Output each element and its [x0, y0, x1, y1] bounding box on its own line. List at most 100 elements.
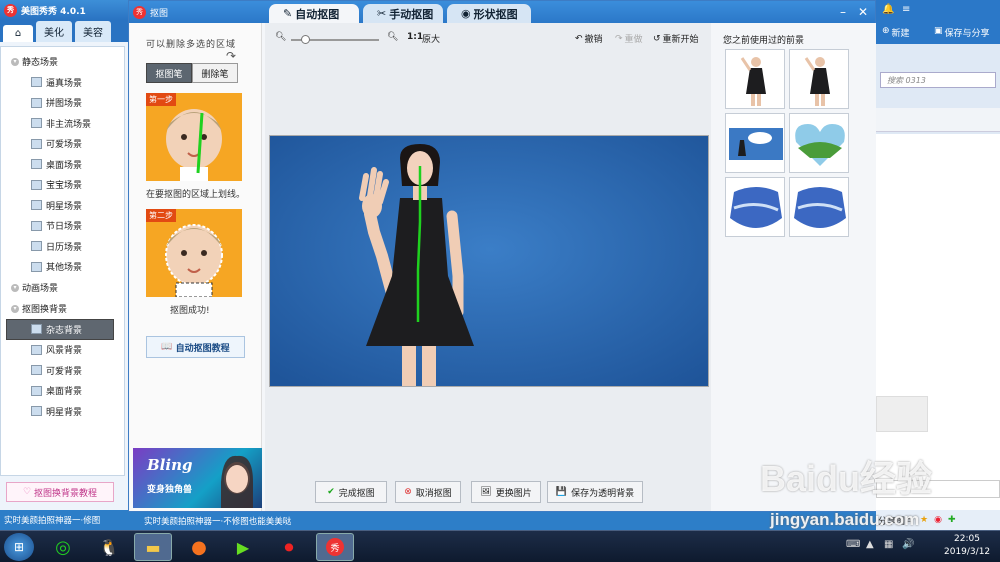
close-icon[interactable]: ✕	[855, 4, 871, 20]
minimize-icon[interactable]: –	[835, 4, 851, 20]
tray-keyboard-icon[interactable]: ⌨	[846, 539, 860, 550]
undo-button[interactable]: ↶ 撤销	[575, 32, 603, 46]
image-canvas[interactable]	[269, 135, 709, 387]
cancel-cutout-label: 取消抠图	[415, 488, 452, 499]
tab-beautify[interactable]: 美化	[36, 21, 72, 42]
workspace: 🔍︎ 🔍︎ 1:1 原大 ↶ 撤销 ↷ 重做 ↺ 重新开始 ✔ 完成抠图 ⊗ 取…	[265, 23, 711, 511]
play-icon: ▶	[236, 537, 250, 557]
dialog-title-bar: 秀 抠图 ✎ 自动抠图 ✂ 手动抠图 ◉ 形状抠图 – ✕	[129, 1, 875, 23]
taskbar-app-qq[interactable]: 🐧	[90, 533, 128, 561]
ratio-label[interactable]: 1:1	[407, 32, 423, 42]
ad-banner[interactable]: Bling 变身独角兽	[133, 448, 262, 508]
ad-subtitle: 变身独角兽	[147, 485, 193, 495]
eraser-pen-button[interactable]: 删除笔	[192, 63, 238, 83]
tree-item[interactable]: 桌面场景	[1, 154, 124, 175]
collapse-caret-icon[interactable]: ▾	[11, 57, 19, 66]
tree-label: 明星背景	[46, 407, 83, 418]
star-icon[interactable]: ★	[920, 515, 928, 525]
cutout-pen-button[interactable]: 抠图笔	[146, 63, 192, 83]
tray-network-icon[interactable]: ▦	[884, 539, 893, 550]
taskbar-app-360[interactable]: ◎	[44, 533, 82, 561]
tree-item[interactable]: 可爱背景	[1, 360, 124, 381]
bell-icon[interactable]: 🔔	[882, 4, 894, 15]
dialog-title: 抠图	[150, 8, 169, 19]
tab-manual-cutout[interactable]: ✂ 手动抠图	[363, 4, 443, 23]
tree-label: 可爱背景	[46, 366, 83, 377]
tree-item[interactable]: 逼真场景	[1, 72, 124, 93]
cancel-cutout-button[interactable]: ⊗ 取消抠图	[395, 481, 461, 503]
tree-item[interactable]: 明星场景	[1, 195, 124, 216]
save-share-label: 保存与分享	[944, 29, 990, 39]
add-icon[interactable]: ✚	[948, 515, 956, 525]
tab-makeup[interactable]: 美容	[75, 21, 111, 42]
tree-item[interactable]: 可爱场景	[1, 134, 124, 155]
step2-caption: 抠图成功!	[170, 306, 210, 316]
menu-icon[interactable]: ≡	[902, 4, 910, 15]
check-icon: ✔	[327, 487, 335, 497]
zoom-in-icon[interactable]: 🔍︎	[387, 32, 398, 42]
zoom-slider-handle[interactable]	[301, 35, 310, 44]
tree-group[interactable]: ▾ 抠图换背景	[1, 298, 124, 319]
pen-icon: ✎	[283, 7, 293, 20]
save-icon: 💾	[555, 487, 568, 497]
collapse-caret-icon[interactable]: ▾	[11, 304, 19, 313]
tree-group[interactable]: ▾ 静态场景	[1, 51, 124, 72]
tree-item[interactable]: 节日场景	[1, 216, 124, 237]
new-button[interactable]: ⊕ 新建	[882, 26, 910, 39]
save-transparent-button[interactable]: 💾 保存为透明背景	[547, 481, 643, 503]
change-image-label: 更换图片	[495, 488, 532, 499]
bg-tutorial-button[interactable]: ♡ 抠图换背景教程	[6, 482, 114, 502]
tab-auto-cutout-label: 自动抠图	[295, 7, 340, 21]
original-size-button[interactable]: 原大	[422, 32, 440, 45]
tree-item[interactable]: 其他场景	[1, 257, 124, 278]
search-input[interactable]: 搜索 0313	[880, 72, 996, 88]
dialog-status-text: 实时美颜拍照神器一·不修图也能美美哒	[144, 517, 292, 527]
tab-auto-cutout[interactable]: ✎ 自动抠图	[269, 4, 359, 23]
undo-label: 撤销	[584, 35, 603, 45]
cutout-dialog: 秀 抠图 ✎ 自动抠图 ✂ 手动抠图 ◉ 形状抠图 – ✕ 可以删除多选的区域 …	[128, 0, 876, 512]
taskbar-app-firefox[interactable]: ●	[180, 533, 218, 561]
home-tab[interactable]: ⌂	[3, 25, 33, 42]
woman-photo-illustration	[270, 136, 708, 386]
baidu-watermark: Baidu经验	[760, 458, 933, 499]
auto-cutout-tutorial-button[interactable]: 📖 自动抠图教程	[146, 336, 245, 358]
foreground-thumbnail[interactable]	[789, 177, 849, 237]
tree-item[interactable]: 杂志背景	[6, 319, 114, 340]
taskbar-app-recorder[interactable]: ⏺	[270, 533, 308, 561]
tree-group[interactable]: ▾ 动画场景	[1, 277, 124, 298]
foreground-thumbnail[interactable]	[725, 177, 785, 237]
scene-thumbnail-icon	[31, 159, 42, 170]
save-icon: ▣	[934, 26, 943, 36]
tree-item[interactable]: 宝宝场景	[1, 175, 124, 196]
foreground-thumbnail[interactable]	[725, 49, 785, 109]
scissors-icon: ✂	[377, 7, 387, 20]
taskbar-app-meitu[interactable]: 秀	[316, 533, 354, 561]
tab-shape-cutout[interactable]: ◉ 形状抠图	[447, 4, 531, 23]
taskbar-app-explorer[interactable]: ▬	[134, 533, 172, 561]
tree-item[interactable]: 风景背景	[1, 340, 124, 361]
foreground-thumbnail[interactable]	[725, 113, 785, 173]
main-tabs: ⌂ 美化 美容	[0, 20, 129, 42]
tree-item[interactable]: 明星背景	[1, 401, 124, 422]
collapse-caret-icon[interactable]: ▾	[11, 283, 19, 292]
tree-label: 桌面场景	[46, 160, 83, 171]
save-share-button[interactable]: ▣ 保存与分享	[934, 26, 990, 39]
tree-item[interactable]: 拼图场景	[1, 93, 124, 114]
change-image-button[interactable]: 🖼 更换图片	[471, 481, 541, 503]
redo-button[interactable]: ↷ 重做	[615, 32, 643, 46]
tray-arrow-icon[interactable]: ▲	[866, 539, 874, 550]
finish-cutout-button[interactable]: ✔ 完成抠图	[315, 481, 387, 503]
foreground-thumbnail[interactable]	[789, 49, 849, 109]
zoom-out-icon[interactable]: 🔍︎	[275, 32, 286, 42]
foreground-thumbnail[interactable]	[789, 113, 849, 173]
tray-clock[interactable]: 22:05 2019/3/12	[944, 533, 990, 559]
tree-item[interactable]: 桌面背景	[1, 381, 124, 402]
tree-item[interactable]: 非主流场景	[1, 113, 124, 134]
start-button[interactable]: ⊞	[4, 533, 34, 561]
tree-item[interactable]: 日历场景	[1, 236, 124, 257]
weibo-icon[interactable]: ◉	[934, 515, 942, 525]
taskbar-app-player[interactable]: ▶	[224, 533, 262, 561]
restart-button[interactable]: ↺ 重新开始	[653, 32, 699, 46]
tray-volume-icon[interactable]: 🔊	[902, 539, 914, 550]
scene-thumbnail-icon	[31, 138, 42, 149]
